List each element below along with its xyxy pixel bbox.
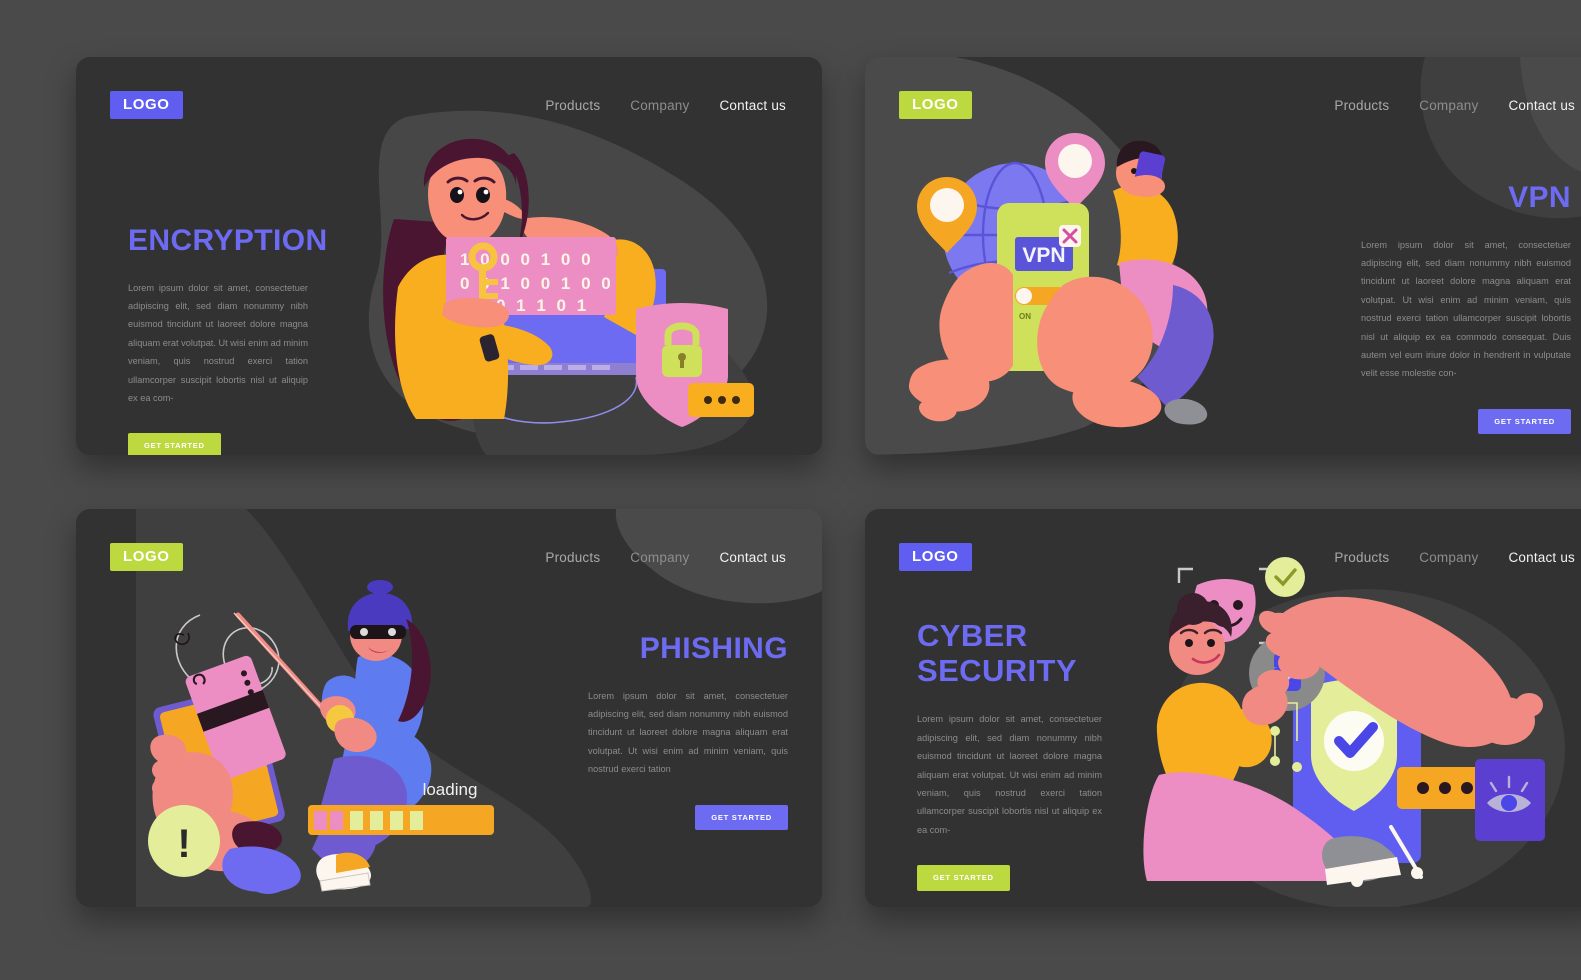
toggle-label: ON [1019, 312, 1031, 321]
get-started-button[interactable]: GET STARTED [695, 804, 788, 831]
nav-links: Products Company Contact us [545, 98, 786, 113]
panel-phishing: LOGO Products Company Contact us PHISHIN… [76, 509, 822, 907]
panel-vpn: LOGO Products Company Contact us VPN Lor… [865, 57, 1581, 455]
nav-link-products[interactable]: Products [1334, 550, 1389, 565]
hero-body-text: Lorem ipsum dolor sit amet, consectetuer… [128, 282, 308, 403]
phishing-illustration: ! loading [148, 580, 494, 894]
hero-body-text: Lorem ipsum dolor sit amet, consectetuer… [917, 714, 1102, 835]
page-title: PHISHING [639, 632, 788, 665]
nav-vpn: LOGO Products Company Contact us [865, 57, 1581, 153]
get-started-button[interactable]: GET STARTED [1478, 408, 1571, 435]
hero-copy-phishing: PHISHING Lorem ipsum dolor sit amet, con… [588, 632, 788, 831]
page-title: CYBER SECURITY [917, 618, 1102, 688]
nav-encryption: LOGO Products Company Contact us [76, 57, 822, 153]
nav-link-products[interactable]: Products [1334, 98, 1389, 113]
logo-badge[interactable]: LOGO [899, 91, 972, 119]
nav-link-contact-us[interactable]: Contact us [1508, 98, 1575, 113]
page-title: ENCRYPTION [128, 224, 328, 257]
nav-links: Products Company Contact us [1334, 98, 1575, 113]
landing-page-set: LOGO Products Company Contact us ENCRYPT… [0, 0, 1581, 980]
page-title-line-2: SECURITY [917, 652, 1077, 688]
hero-copy-cyber-security: CYBER SECURITY Lorem ipsum dolor sit ame… [917, 618, 1102, 891]
vpn-illustration: VPN ON [908, 133, 1214, 428]
get-started-button[interactable]: GET STARTED [128, 433, 221, 455]
nav-link-contact-us[interactable]: Contact us [1508, 550, 1575, 565]
nav-link-company[interactable]: Company [630, 550, 689, 565]
nav-link-company[interactable]: Company [1419, 550, 1478, 565]
nav-link-contact-us[interactable]: Contact us [719, 550, 786, 565]
warning-glyph: ! [177, 822, 190, 866]
hero-body-text: Lorem ipsum dolor sit amet, consectetuer… [1361, 239, 1571, 379]
nav-link-company[interactable]: Company [630, 98, 689, 113]
nav-cyber-security: LOGO Products Company Contact us [865, 509, 1581, 605]
nav-link-products[interactable]: Products [545, 550, 600, 565]
nav-links: Products Company Contact us [1334, 550, 1575, 565]
hero-copy-encryption: ENCRYPTION Lorem ipsum dolor sit amet, c… [128, 224, 328, 455]
panel-encryption: LOGO Products Company Contact us ENCRYPT… [76, 57, 822, 455]
nav-link-company[interactable]: Company [1419, 98, 1478, 113]
progress-label: loading [423, 780, 478, 799]
cyber-security-illustration [1143, 557, 1545, 887]
get-started-button[interactable]: GET STARTED [917, 865, 1010, 891]
logo-badge[interactable]: LOGO [110, 91, 183, 119]
hero-copy-vpn: VPN Lorem ipsum dolor sit amet, consecte… [1361, 181, 1571, 435]
page-title-line-1: CYBER [917, 618, 1028, 653]
hero-body-text: Lorem ipsum dolor sit amet, consectetuer… [588, 690, 788, 775]
nav-phishing: LOGO Products Company Contact us [76, 509, 822, 605]
nav-link-products[interactable]: Products [545, 98, 600, 113]
logo-badge[interactable]: LOGO [899, 543, 972, 571]
binary-row-3: 0 1 1 0 1 [496, 296, 589, 315]
vpn-badge-label: VPN [1022, 244, 1065, 267]
logo-badge[interactable]: LOGO [110, 543, 183, 571]
panel-cyber-security: LOGO Products Company Contact us CYBER S… [865, 509, 1581, 907]
mask-glasses [350, 625, 406, 639]
nav-links: Products Company Contact us [545, 550, 786, 565]
nav-link-contact-us[interactable]: Contact us [719, 98, 786, 113]
page-title: VPN [1508, 181, 1571, 214]
encryption-illustration: 1 0 0 0 1 0 0 0 0 1 0 0 1 0 0 0 1 1 0 1 [383, 138, 754, 427]
